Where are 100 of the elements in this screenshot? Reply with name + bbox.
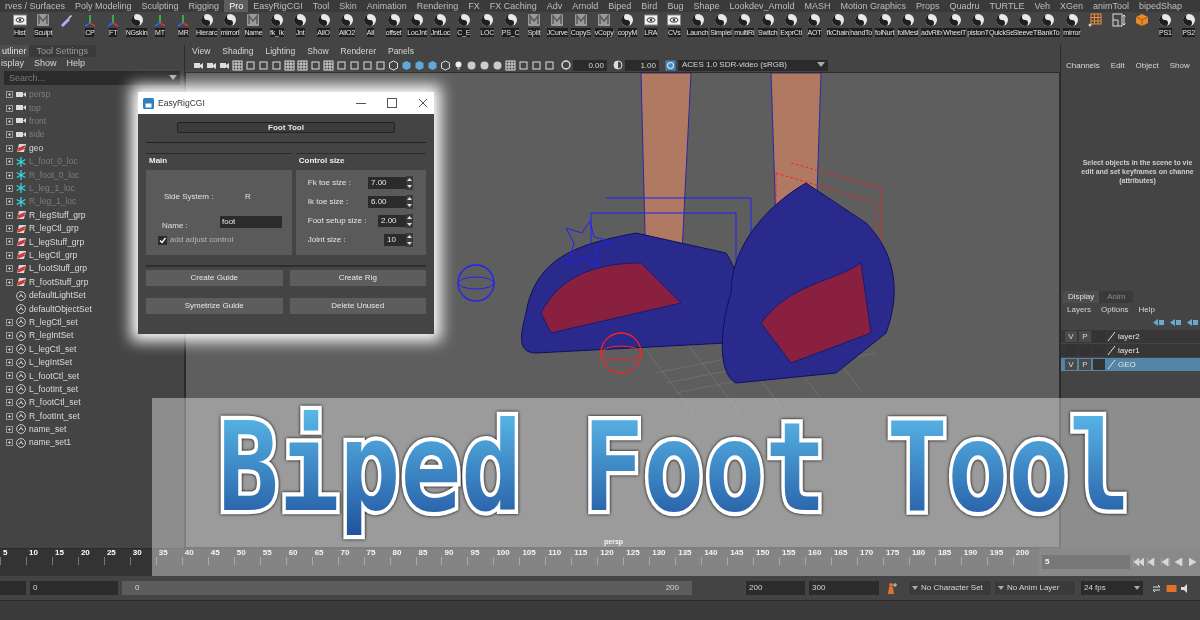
outliner-item[interactable]: L_legIntSet [29, 356, 72, 369]
outliner-item[interactable]: R_legCtl_set [29, 315, 78, 329]
menu-item[interactable]: Layers [1067, 303, 1091, 316]
visibility-toggle[interactable]: V [1065, 331, 1077, 342]
number-field[interactable]: 10 [384, 234, 406, 246]
shelf-tab[interactable]: EasyRigCGI [248, 0, 308, 12]
shelf-tab[interactable]: Sculpting [136, 0, 184, 12]
header-button[interactable]: Foot Tool [177, 122, 395, 133]
menu-item[interactable]: Channels [1066, 59, 1100, 73]
menu-item[interactable]: Options [1101, 303, 1129, 316]
number-field[interactable]: 2.00 [378, 215, 406, 227]
outliner-item[interactable]: L_legCtl_grp [29, 249, 78, 262]
shelf-tab[interactable]: Shape [688, 0, 725, 12]
panel-tab[interactable]: Anim [1099, 291, 1134, 303]
layer-row[interactable]: V P layer2 [1061, 330, 1200, 343]
anim-layer-dropdown[interactable]: No Anim Layer [995, 581, 1075, 595]
outliner-item[interactable]: R_legCtl_grp [29, 222, 79, 235]
visibility-toggle[interactable]: V [1065, 359, 1077, 370]
outliner-item[interactable]: R_legStuff_grp [29, 208, 86, 222]
menu-item[interactable]: isplay [1, 57, 24, 70]
shelf-tab[interactable]: TURTLE [984, 0, 1030, 12]
shelf-tab[interactable]: MASH [799, 0, 836, 12]
outliner-item[interactable]: geo [29, 141, 44, 155]
menu-item[interactable]: Lighting [265, 45, 296, 58]
menu-item[interactable]: Edit [1110, 59, 1125, 73]
playback-toggle[interactable]: P [1079, 331, 1091, 342]
outliner-item[interactable]: L_legCtl_set [29, 342, 77, 356]
outliner-item[interactable]: L_legStuff_grp [29, 235, 85, 249]
menu-item[interactable]: View [192, 45, 211, 58]
menu-item[interactable]: Object [1135, 59, 1159, 73]
color-swatch[interactable] [1093, 359, 1105, 370]
menu-item[interactable]: Panels [387, 45, 414, 58]
layer-row[interactable]: layer1 [1061, 344, 1200, 357]
shelf-tab[interactable]: Biped [603, 0, 637, 12]
menu-item[interactable]: Show [34, 57, 57, 70]
shelf-tab[interactable]: Adv [541, 0, 568, 12]
outliner-item[interactable]: R_legIntSet [29, 329, 74, 343]
search-field[interactable]: Search... [4, 71, 180, 85]
shelf-tab[interactable]: XGen [1054, 0, 1088, 12]
menu-item[interactable]: Show [307, 45, 329, 58]
outliner-item[interactable]: defaultObjectSet [29, 302, 92, 316]
panel-tab[interactable]: utliner [0, 45, 29, 57]
menu-item[interactable]: Help [66, 57, 86, 70]
shelf-tab[interactable]: Props [911, 0, 945, 12]
gamma-field[interactable]: 1.00 [625, 59, 659, 71]
shelf-tab[interactable]: Arnold [567, 0, 604, 12]
fps-dropdown[interactable]: 24 fps [1081, 581, 1143, 595]
outliner-item[interactable]: L_footStuff_grp [29, 262, 87, 276]
menu-item[interactable]: Shading [222, 45, 254, 58]
name-field[interactable]: foot [220, 216, 282, 228]
shelf-tab[interactable]: Animation [361, 0, 412, 12]
shelf-tab[interactable]: FX Caching [484, 0, 542, 12]
number-field[interactable]: 7.00 [368, 177, 406, 189]
shelf-tab[interactable]: Bird [636, 0, 663, 12]
shelf-tab[interactable]: Veh [1029, 0, 1055, 12]
anim-end-field[interactable]: 300 [809, 581, 879, 595]
exposure-field[interactable]: 0.00 [573, 59, 607, 71]
dialog-button[interactable]: Create Guide [146, 270, 283, 286]
shelf-tab[interactable]: Pro [224, 0, 249, 12]
shelf-tab[interactable]: animTool [1087, 0, 1134, 12]
start-time-field[interactable]: 0 [30, 581, 118, 595]
outliner-item[interactable]: R_footCtl_set [29, 396, 81, 410]
playback-toggle[interactable]: P [1079, 359, 1091, 370]
dialog-button[interactable]: Symetrize Guide [146, 298, 283, 314]
shelf-tab[interactable]: Motion Graphics [835, 0, 912, 12]
shelf-tab[interactable]: rves / Surfaces [0, 0, 71, 12]
menu-item[interactable]: Renderer [340, 45, 376, 58]
outliner-item[interactable]: L_footCtl_set [29, 369, 80, 383]
shelf-tab[interactable]: Rigging [183, 0, 225, 12]
panel-tab[interactable]: Tool Settings [28, 45, 97, 57]
outliner-item[interactable]: R_footStuff_grp [29, 275, 89, 289]
outliner-item[interactable]: L_footInt_set [29, 382, 79, 396]
shelf-tab[interactable]: Skin [334, 0, 362, 12]
shelf-tab[interactable]: Bug [662, 0, 689, 12]
panel-tab[interactable]: Display [1063, 291, 1100, 303]
checkbox[interactable] [158, 235, 167, 245]
shelf-tab[interactable]: bipedShap [1134, 0, 1188, 12]
shelf-tab[interactable]: FX [463, 0, 485, 12]
dialog-button[interactable]: Delete Unused [289, 298, 426, 314]
shelf-tab[interactable]: Rendering [411, 0, 464, 12]
current-frame-field[interactable]: 5 [1042, 555, 1130, 569]
range-slider[interactable]: 0 200 [122, 581, 692, 595]
number-field[interactable]: 6.00 [368, 196, 406, 208]
color-space-dropdown[interactable]: ACES 1.0 SDR-video (sRGB) [678, 59, 828, 71]
shelf-tab[interactable]: Quadru [944, 0, 985, 12]
gamma-icon [613, 60, 623, 70]
layer-row[interactable]: V P GEO [1061, 358, 1200, 371]
dialog-button[interactable]: Create Rig [289, 270, 426, 286]
menu-item[interactable]: Show [1169, 59, 1190, 73]
outliner-item[interactable]: name_set [29, 423, 67, 436]
outliner-item[interactable]: defaultLightSet [29, 289, 86, 302]
shelf-tab[interactable]: Tool [307, 0, 335, 12]
character-set-dropdown[interactable]: No Character Set [909, 581, 991, 595]
menu-item[interactable]: Help [1138, 303, 1156, 316]
end-time-field[interactable]: 200 [746, 581, 805, 595]
outliner-item[interactable]: name_set1 [29, 436, 72, 450]
start-field[interactable] [0, 581, 26, 595]
outliner-item[interactable]: R_footInt_set [29, 409, 80, 423]
shelf-tab[interactable]: Lookdev_Arnold [724, 0, 800, 12]
shelf-tab[interactable]: Poly Modeling [70, 0, 137, 12]
